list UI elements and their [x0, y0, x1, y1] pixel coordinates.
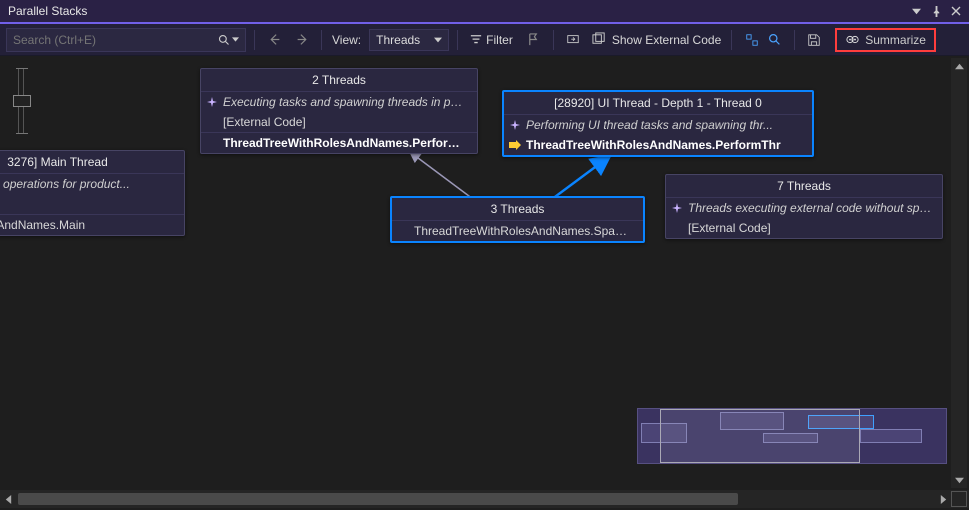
scroll-down-arrow[interactable]: [951, 472, 967, 488]
filter-button[interactable]: Filter: [466, 29, 517, 51]
node-header: [28920] UI Thread - Depth 1 - Thread 0: [504, 92, 812, 115]
node-row[interactable]: Performing UI thread tasks and spawning …: [504, 115, 812, 135]
view-dropdown-value: Threads: [376, 33, 420, 47]
window-title: Parallel Stacks: [8, 4, 87, 18]
search-icon[interactable]: [218, 34, 239, 46]
toolbar-divider: [254, 30, 255, 50]
node-row[interactable]: [External Code]: [201, 112, 477, 132]
vertical-scrollbar[interactable]: [951, 58, 967, 488]
node-row[interactable]: Executing tasks and spawning threads in …: [201, 92, 477, 112]
minimap-viewport[interactable]: [660, 409, 860, 463]
minimap-node: [860, 429, 922, 443]
node-two-threads[interactable]: 2 Threads Executing tasks and spawning t…: [200, 68, 478, 154]
save-button[interactable]: [803, 29, 825, 51]
toolbar-divider: [553, 30, 554, 50]
autoscroll-button[interactable]: [562, 29, 584, 51]
zoom-slider[interactable]: [18, 68, 24, 134]
scroll-left-arrow[interactable]: [0, 491, 16, 507]
horizontal-scrollbar[interactable]: [0, 490, 969, 508]
toolbar-divider: [457, 30, 458, 50]
node-row[interactable]: le]: [0, 194, 184, 214]
node-header: 3276] Main Thread: [0, 151, 184, 174]
node-three-threads[interactable]: 3 Threads ThreadTreeWithRolesAndNames.Sp…: [390, 196, 645, 243]
view-dropdown[interactable]: Threads: [369, 29, 449, 51]
node-ui-thread[interactable]: [28920] UI Thread - Depth 1 - Thread 0 P…: [502, 90, 814, 157]
summarize-label: Summarize: [865, 33, 926, 47]
filter-label: Filter: [486, 33, 513, 47]
node-row[interactable]: ithRolesAndNames.Main: [0, 214, 184, 235]
node-row[interactable]: [External Code]: [666, 218, 942, 238]
node-header: 2 Threads: [201, 69, 477, 92]
search-input[interactable]: [13, 33, 218, 47]
node-row[interactable]: ThreadTreeWithRolesAndNames.PerformThr: [504, 135, 812, 155]
node-header: 3 Threads: [392, 198, 643, 221]
title-bar: Parallel Stacks: [0, 0, 969, 24]
zoom-slider-knob[interactable]: [13, 95, 31, 107]
close-icon[interactable]: [949, 4, 963, 18]
scroll-up-arrow[interactable]: [951, 58, 967, 74]
node-row[interactable]: ThreadTreeWithRolesAndNames.Perform...: [201, 132, 477, 153]
stack-frames-icon: [592, 32, 607, 47]
node-seven-threads[interactable]: 7 Threads Threads executing external cod…: [665, 174, 943, 239]
sparkle-icon: [509, 119, 521, 131]
search-input-wrap[interactable]: [6, 28, 246, 52]
node-main-thread[interactable]: 3276] Main Thread in thread operations f…: [0, 150, 185, 236]
nav-forward-button[interactable]: [291, 29, 313, 51]
scroll-right-arrow[interactable]: [935, 491, 951, 507]
nav-back-button[interactable]: [263, 29, 285, 51]
copilot-icon: [845, 32, 860, 47]
zoom-group: [740, 28, 786, 52]
window-dropdown-icon[interactable]: [909, 4, 923, 18]
pin-icon[interactable]: [929, 4, 943, 18]
zoom-search-button[interactable]: [763, 29, 785, 51]
toolbar-divider: [794, 30, 795, 50]
toolbar: View: Threads Filter Show External Code: [0, 24, 969, 56]
node-row[interactable]: ThreadTreeWithRolesAndNames.SpawnThre...: [392, 221, 643, 241]
sparkle-icon: [206, 96, 218, 108]
toolbar-divider: [731, 30, 732, 50]
node-row[interactable]: in thread operations for product...: [0, 174, 184, 194]
scrollbar-thumb[interactable]: [18, 493, 738, 505]
node-row[interactable]: Threads executing external code without …: [666, 198, 942, 218]
minimap[interactable]: [637, 408, 947, 464]
sparkle-icon: [671, 202, 683, 214]
scrollbar-track[interactable]: [16, 490, 935, 508]
current-frame-arrow-icon: [509, 139, 521, 151]
chevron-down-icon: [434, 36, 442, 44]
stacks-canvas[interactable]: 3276] Main Thread in thread operations f…: [0, 58, 969, 488]
zoom-to-fit-button[interactable]: [741, 29, 763, 51]
toolbar-divider: [321, 30, 322, 50]
show-external-code-button[interactable]: Show External Code: [590, 29, 723, 51]
view-label: View:: [330, 33, 363, 47]
flag-button[interactable]: [523, 29, 545, 51]
title-bar-controls: [909, 4, 963, 18]
node-header: 7 Threads: [666, 175, 942, 198]
scroll-box-icon[interactable]: [951, 491, 967, 507]
show-external-code-label: Show External Code: [612, 33, 721, 47]
summarize-button[interactable]: Summarize: [835, 28, 936, 52]
filter-icon: [470, 34, 482, 46]
